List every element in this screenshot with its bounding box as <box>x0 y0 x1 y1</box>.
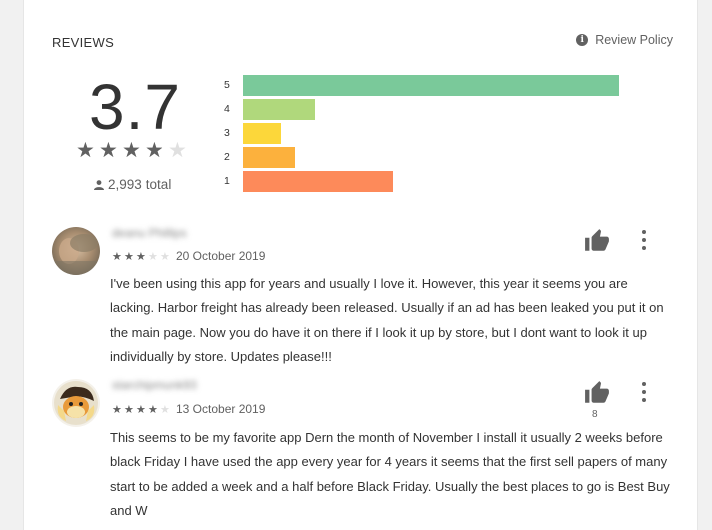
histogram-bar-1 <box>243 170 393 192</box>
star-icon: ★★ <box>160 404 170 416</box>
histogram-bar-5 <box>243 74 619 96</box>
star-icon: ★★ <box>148 251 158 263</box>
info-icon: i <box>576 34 589 46</box>
histogram-label: 5 <box>224 79 230 91</box>
star-icon: ★★ <box>136 404 146 416</box>
star-icon: ★★ <box>148 404 158 416</box>
histogram-label: 3 <box>224 127 230 139</box>
reviewer-name: deanu Phillips <box>112 226 187 240</box>
star-icon: ★★ <box>122 139 141 162</box>
star-icon: ★★ <box>136 251 146 263</box>
average-star-row: ★★★★★★★★★★ <box>76 140 191 161</box>
review-date: 13 October 2019 <box>176 402 266 416</box>
rating-histogram: 5 4 3 2 1 <box>224 73 643 193</box>
review-policy-label: Review Policy <box>595 33 673 47</box>
histogram-row: 4 <box>224 97 643 121</box>
review-meta: ★★★★★★★★★★ 20 October 2019 <box>112 249 265 263</box>
star-icon: ★★ <box>124 251 134 263</box>
thumbs-up-icon[interactable] <box>584 380 610 406</box>
histogram-bar-2 <box>243 146 295 168</box>
average-rating: 3.7 <box>89 71 181 143</box>
thumbs-up-icon[interactable] <box>584 228 610 254</box>
histogram-label: 2 <box>224 151 230 163</box>
star-icon: ★★ <box>76 139 95 162</box>
histogram-bar-3 <box>243 122 281 144</box>
review-stars: ★★★★★★★★★★ <box>112 402 172 416</box>
review-text: This seems to be my favorite app Dern th… <box>110 430 670 518</box>
reviews-heading: REVIEWS <box>52 35 115 50</box>
more-vert-icon[interactable] <box>638 382 650 402</box>
histogram-row: 3 <box>224 121 643 145</box>
review-text: I've been using this app for years and u… <box>110 276 664 364</box>
total-count: 2,993 <box>108 177 142 192</box>
histogram-bar-4 <box>243 98 315 120</box>
star-icon: ★★ <box>124 404 134 416</box>
reviews-card: REVIEWS i Review Policy 3.7 ★★★★★★★★★★ 2… <box>23 0 698 530</box>
histogram-row: 2 <box>224 145 643 169</box>
total-suffix: total <box>145 177 172 192</box>
star-icon: ★★ <box>145 139 164 162</box>
person-icon <box>94 179 104 190</box>
histogram-row: 1 <box>224 169 643 193</box>
avatar <box>52 227 100 275</box>
reviewer-name: starchipmunk93 <box>112 378 197 392</box>
star-icon: ★★ <box>99 139 118 162</box>
review-date: 20 October 2019 <box>176 249 266 263</box>
histogram-label: 4 <box>224 103 230 115</box>
histogram-label: 1 <box>224 175 230 187</box>
star-icon: ★★ <box>112 251 122 263</box>
star-icon: ★★ <box>160 251 170 263</box>
total-reviews: 2,993 total <box>94 177 171 192</box>
histogram-row: 5 <box>224 73 643 97</box>
review-policy-link[interactable]: i Review Policy <box>576 33 673 47</box>
review-stars: ★★★★★★★★★★ <box>112 249 172 263</box>
helpful-count: 8 <box>592 409 598 420</box>
avatar <box>52 379 100 427</box>
review-meta: ★★★★★★★★★★ 13 October 2019 <box>112 402 265 416</box>
star-icon: ★★ <box>112 404 122 416</box>
more-vert-icon[interactable] <box>638 230 650 250</box>
star-icon: ★★ <box>168 139 187 162</box>
